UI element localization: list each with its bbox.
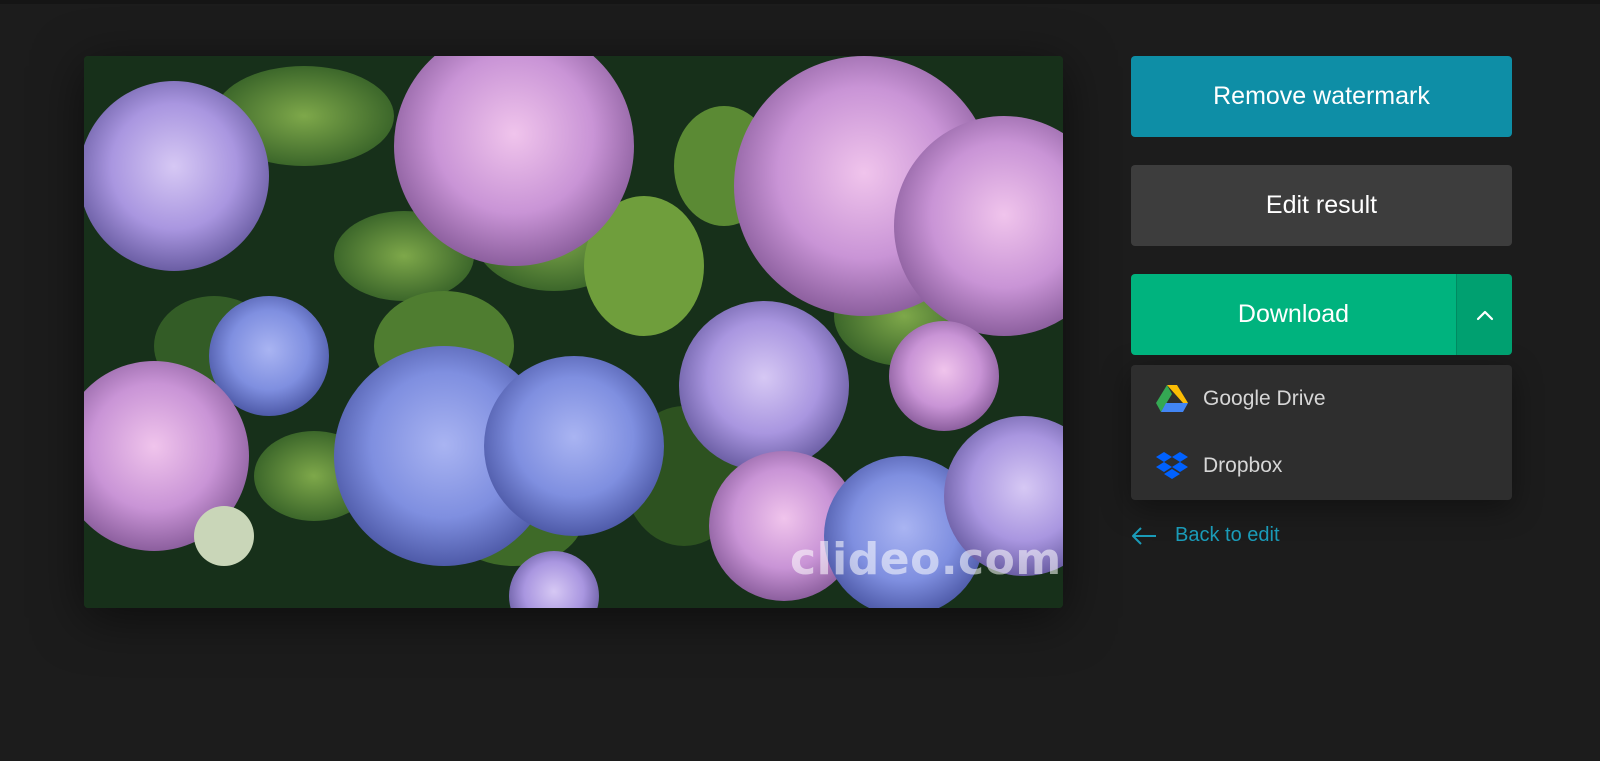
- dropbox-icon: [1156, 451, 1189, 481]
- menu-item-google-drive[interactable]: Google Drive: [1131, 365, 1512, 432]
- download-button[interactable]: Download: [1131, 274, 1456, 355]
- menu-item-dropbox[interactable]: Dropbox: [1131, 432, 1512, 499]
- top-bar: [0, 0, 1600, 4]
- download-options-toggle[interactable]: [1456, 274, 1512, 355]
- video-preview[interactable]: clideo.com: [84, 56, 1063, 608]
- back-to-edit-link[interactable]: Back to edit: [1131, 524, 1512, 547]
- hydrangea-image: [84, 56, 1063, 608]
- menu-item-label: Google Drive: [1203, 386, 1326, 410]
- remove-watermark-button[interactable]: Remove watermark: [1131, 56, 1512, 137]
- action-panel: Remove watermark Edit result Download Go…: [1131, 56, 1512, 547]
- watermark-text: clideo.com: [790, 534, 1062, 585]
- edit-result-button[interactable]: Edit result: [1131, 165, 1512, 246]
- chevron-up-icon: [1476, 310, 1493, 320]
- menu-item-label: Dropbox: [1203, 453, 1283, 477]
- arrow-left-icon: [1131, 526, 1157, 545]
- download-menu: Google Drive Dropbox: [1131, 365, 1512, 500]
- back-to-edit-label: Back to edit: [1175, 524, 1280, 546]
- google-drive-icon: [1156, 384, 1189, 414]
- download-split-button: Download: [1131, 274, 1512, 355]
